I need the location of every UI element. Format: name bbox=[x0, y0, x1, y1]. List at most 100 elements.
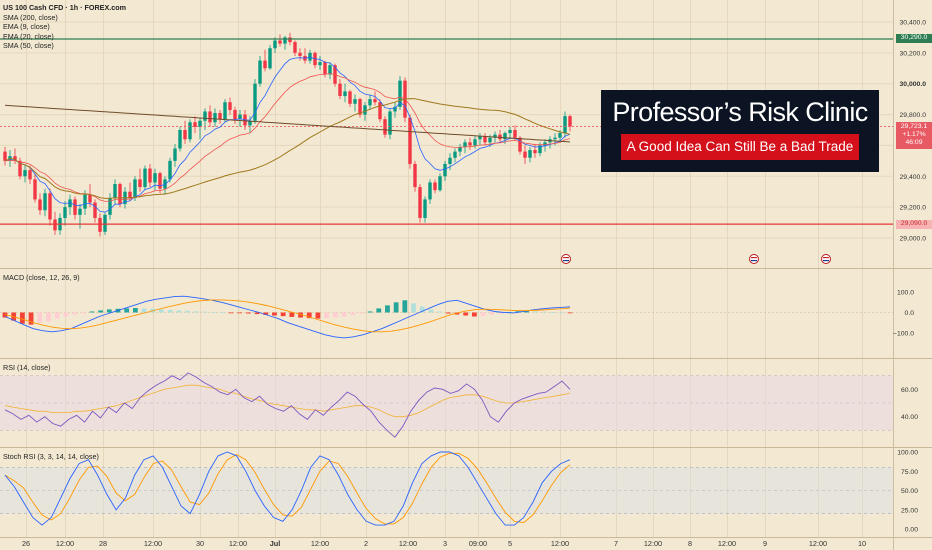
us-flag-event-icon bbox=[561, 254, 571, 264]
legend-sma200[interactable]: SMA (200, close) bbox=[3, 13, 126, 23]
us-flag-stripe bbox=[751, 260, 757, 262]
candle-up bbox=[553, 137, 557, 140]
x-tick-label: 12:00 bbox=[311, 539, 329, 548]
trading-chart[interactable]: 26 12:00 28 12:00 30 12:00 Jul 12:00 2 12:00 3 09:0… bbox=[0, 0, 932, 550]
candle-down bbox=[373, 99, 377, 103]
candle-down bbox=[28, 170, 32, 180]
legend-symbol-title[interactable]: US 100 Cash CFD · 1h · FOREX.com bbox=[3, 3, 126, 13]
macd-histogram-bar bbox=[350, 312, 356, 315]
y-tick-label: 29,400.0 bbox=[900, 174, 927, 181]
macd-histogram-bar bbox=[445, 312, 451, 314]
candle-up bbox=[23, 170, 27, 177]
macd-histogram-bar bbox=[471, 312, 477, 317]
macd-histogram-bar bbox=[393, 302, 399, 313]
macd-histogram-bar bbox=[567, 312, 573, 314]
macd-histogram-bar bbox=[489, 312, 495, 315]
macd-histogram-bar bbox=[37, 312, 43, 323]
macd-histogram-bar bbox=[437, 311, 443, 313]
candle-up bbox=[143, 168, 147, 188]
bar-countdown-value: 46:09 bbox=[905, 139, 923, 146]
macd-y-tick-label: 100.0 bbox=[897, 290, 914, 297]
banner-subtitle: A Good Idea Can Still Be a Bad Trade bbox=[621, 134, 859, 160]
macd-histogram-bar bbox=[159, 309, 164, 313]
macd-histogram-bar bbox=[358, 312, 364, 314]
candle-up bbox=[508, 130, 512, 134]
candle-up bbox=[273, 40, 277, 49]
macd-histogram-bar bbox=[367, 311, 373, 313]
candle-up bbox=[203, 111, 207, 121]
candle-down bbox=[73, 199, 77, 215]
macd-y-tick-label: −100.0 bbox=[893, 330, 914, 337]
candle-down bbox=[128, 191, 132, 198]
macd-histogram-bar bbox=[428, 309, 434, 313]
candle-down bbox=[338, 83, 342, 97]
candle-up bbox=[83, 194, 87, 209]
candle-up bbox=[343, 91, 347, 97]
macd-histogram-bar bbox=[132, 308, 138, 313]
legend-sma50[interactable]: SMA (50, close) bbox=[3, 41, 126, 51]
macd-histogram-bar bbox=[219, 312, 225, 314]
rsi-y-tick-label: 60.00 bbox=[901, 387, 918, 394]
y-tick-label: 29,800.0 bbox=[900, 112, 927, 119]
legend-ema20[interactable]: EMA (20, close) bbox=[3, 32, 126, 42]
candle-up bbox=[173, 148, 177, 161]
x-tick-label: 12:00 bbox=[551, 539, 569, 548]
resistance-price-badge: 30,290.0 bbox=[896, 34, 932, 43]
candle-up bbox=[43, 193, 47, 211]
candle-up bbox=[363, 105, 367, 115]
us-flag-event-icon bbox=[749, 254, 759, 264]
rsi-pane-label[interactable]: RSI (14, close) bbox=[3, 363, 51, 372]
candle-down bbox=[418, 187, 422, 218]
candle-down bbox=[348, 91, 352, 104]
candle-up bbox=[438, 176, 442, 191]
candle-up bbox=[328, 65, 332, 75]
candle-down bbox=[228, 102, 232, 110]
macd-histogram-bar bbox=[532, 311, 538, 313]
legend: US 100 Cash CFD · 1h · FOREX.com SMA (20… bbox=[3, 3, 126, 51]
candle-down bbox=[98, 217, 102, 232]
y-tick-label: 30,200.0 bbox=[900, 50, 927, 57]
candle-down bbox=[433, 182, 437, 191]
macd-histogram-bar bbox=[280, 312, 286, 317]
macd-histogram-bar bbox=[324, 312, 330, 319]
candle-up bbox=[428, 182, 432, 200]
macd-histogram-bar bbox=[106, 309, 112, 313]
candle-down bbox=[523, 151, 527, 158]
candle-up bbox=[78, 208, 82, 215]
last-price-badge: 29,723.1 +1.17% 46:09 bbox=[896, 122, 932, 149]
stoch-y-tick-label: 75.00 bbox=[901, 469, 918, 476]
macd-histogram-bar bbox=[550, 312, 556, 313]
x-tick-label: 28 bbox=[99, 539, 107, 548]
us-flag-stripe bbox=[823, 260, 829, 262]
candle-down bbox=[383, 119, 387, 135]
rsi-band bbox=[0, 375, 893, 431]
us-flag-stripe bbox=[751, 257, 757, 259]
candle-up bbox=[268, 48, 272, 69]
candle-up bbox=[213, 113, 217, 123]
x-tick-label: 5 bbox=[508, 539, 512, 548]
candle-up bbox=[368, 99, 372, 106]
macd-histogram-bar bbox=[63, 312, 69, 317]
macd-histogram-bar bbox=[315, 312, 321, 319]
macd-histogram-bar bbox=[193, 311, 199, 313]
macd-histogram-bar bbox=[237, 312, 243, 314]
macd-histogram-bar bbox=[541, 311, 547, 313]
stoch-pane-label[interactable]: Stoch RSI (3, 3, 14, 14, close) bbox=[3, 452, 99, 461]
stoch-band bbox=[0, 467, 893, 514]
x-tick-label: 12:00 bbox=[399, 539, 417, 548]
candle-up bbox=[543, 142, 547, 146]
candle-down bbox=[518, 137, 522, 152]
candle-down bbox=[378, 102, 382, 120]
candle-up bbox=[188, 122, 192, 140]
candle-down bbox=[218, 113, 222, 120]
macd-pane-label[interactable]: MACD (close, 12, 26, 9) bbox=[3, 273, 80, 282]
x-tick-label: 7 bbox=[614, 539, 618, 548]
x-tick-label: 30 bbox=[196, 539, 204, 548]
legend-ema9[interactable]: EMA (9, close) bbox=[3, 22, 126, 32]
candle-up bbox=[558, 133, 562, 138]
us-flag-stripe bbox=[823, 257, 829, 259]
candle-down bbox=[278, 40, 282, 44]
candle-up bbox=[63, 207, 67, 218]
candle-down bbox=[148, 168, 152, 183]
last-price-value: 29,723.1 bbox=[900, 123, 928, 130]
